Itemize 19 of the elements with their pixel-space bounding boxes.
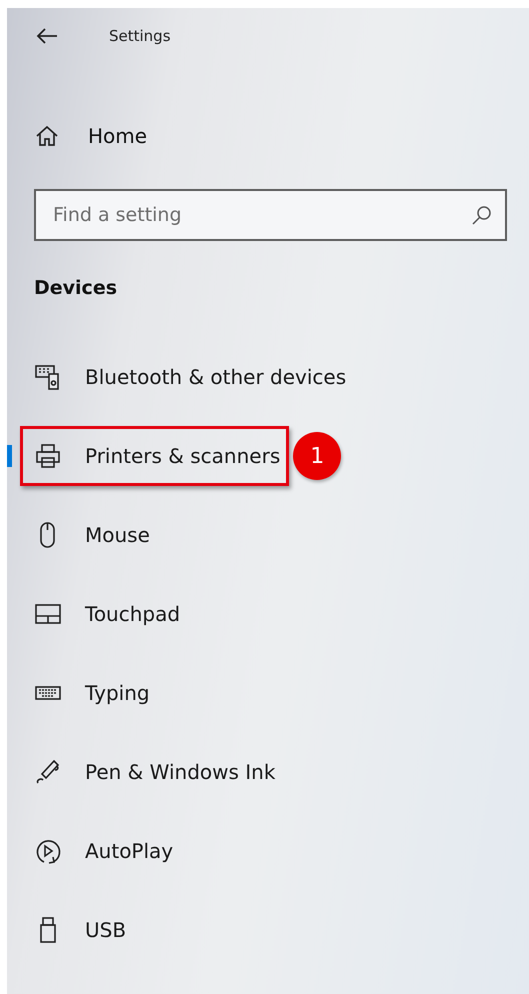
nav-item[interactable]: AutoPlay [20, 831, 182, 871]
home-link[interactable]: Home [7, 116, 529, 156]
home-icon [35, 124, 59, 148]
window-title: Settings [109, 27, 171, 45]
search-field[interactable]: Find a setting [34, 189, 507, 241]
nav-item[interactable]: Mouse [20, 515, 159, 555]
nav-item[interactable]: Pen & Windows Ink [20, 752, 284, 792]
nav-item[interactable]: USB [20, 910, 136, 950]
nav-item[interactable]: Touchpad [20, 594, 190, 634]
nav-item[interactable]: Printers & scanners [20, 426, 290, 486]
pen-icon [34, 758, 62, 786]
nav-item[interactable]: Bluetooth & other devices [20, 357, 356, 397]
search-icon [471, 204, 493, 226]
section-heading: Devices [34, 277, 118, 299]
keyboard-speaker-icon [34, 363, 62, 391]
nav-item[interactable]: Typing [20, 673, 159, 713]
step-number: 1 [293, 432, 342, 480]
printer-icon [34, 442, 62, 470]
autoplay-icon [34, 837, 62, 865]
